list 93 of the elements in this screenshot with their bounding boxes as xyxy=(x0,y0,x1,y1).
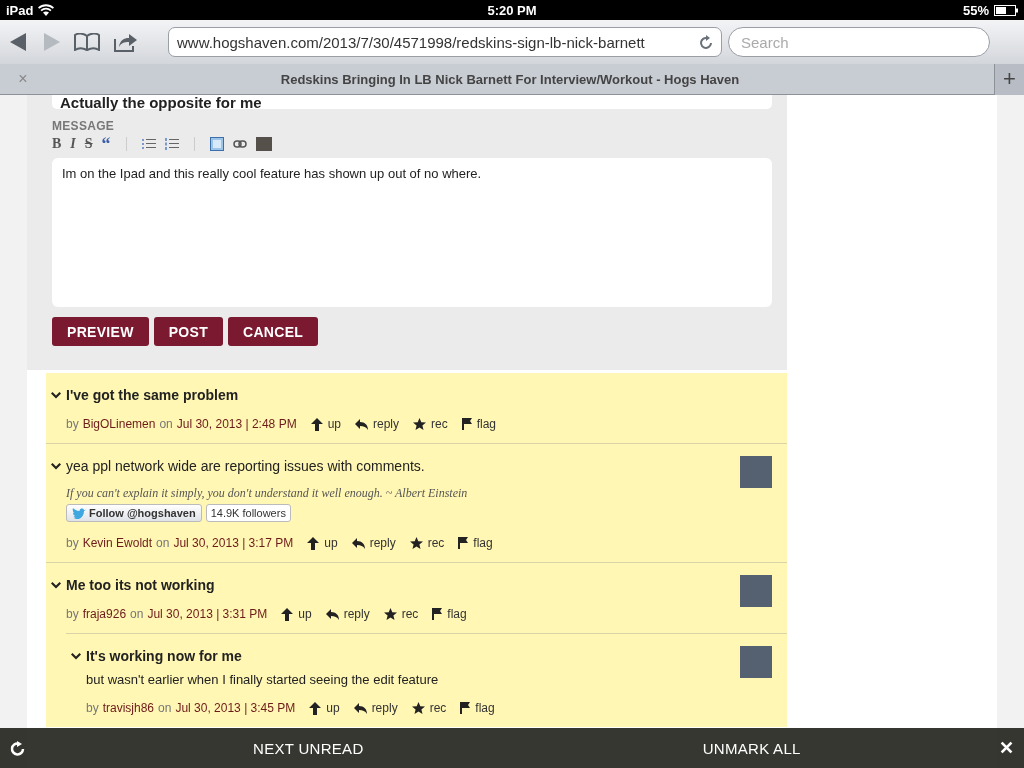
up-arrow-icon xyxy=(310,417,323,431)
flag-link[interactable]: flag xyxy=(432,607,467,621)
image-icon[interactable] xyxy=(209,137,224,151)
follow-button[interactable]: Follow @hogshaven xyxy=(66,504,202,522)
reply-link[interactable]: reply xyxy=(351,536,396,550)
byline-label: on xyxy=(158,701,172,715)
author-link[interactable]: Kevin Ewoldt xyxy=(82,536,153,550)
reply-link[interactable]: reply xyxy=(353,701,398,715)
date-link[interactable]: Jul 30, 2013 | 2:48 PM xyxy=(176,417,297,431)
star-icon xyxy=(411,702,425,714)
chevron-down-icon[interactable] xyxy=(51,581,61,589)
flag-icon xyxy=(461,418,472,430)
star-icon xyxy=(413,418,426,430)
form-button[interactable]: PREVIEW xyxy=(52,317,149,346)
form-button[interactable]: CANCEL xyxy=(228,317,319,346)
up-link[interactable]: up xyxy=(307,536,338,550)
follower-count: 14.9K followers xyxy=(205,504,291,522)
share-arrow-icon[interactable] xyxy=(114,32,138,52)
tab-title[interactable]: Redskins Bringing In LB Nick Barnett For Interview/Workout - Hogs Haven xyxy=(46,71,994,87)
chevron-down-icon[interactable] xyxy=(51,391,61,399)
comment-title: It's working now for me xyxy=(86,648,242,664)
byline-label: on xyxy=(156,536,170,550)
italic-button[interactable]: I xyxy=(70,136,76,152)
byline-label: by xyxy=(66,607,79,621)
up-arrow-icon xyxy=(309,701,322,715)
rec-link[interactable]: rec xyxy=(413,417,448,431)
comment-title: I've got the same problem xyxy=(66,387,239,403)
refresh-icon[interactable] xyxy=(10,740,25,756)
bird-icon xyxy=(72,507,86,519)
byline-label: on xyxy=(159,417,173,431)
reply-arrow-icon xyxy=(351,537,365,549)
date-link[interactable]: Jul 30, 2013 | 3:17 PM xyxy=(173,536,294,550)
flag-link[interactable]: flag xyxy=(460,701,495,715)
reply-arrow-icon xyxy=(353,702,367,714)
open-book-icon[interactable] xyxy=(74,33,100,51)
link-icon[interactable] xyxy=(232,140,247,148)
back-arrow-icon[interactable] xyxy=(10,33,28,51)
up-arrow-icon xyxy=(307,536,320,550)
author-link[interactable]: BigOLinemen xyxy=(82,417,156,431)
up-arrow-icon xyxy=(281,607,294,621)
flag-link[interactable]: flag xyxy=(458,536,493,550)
strikethrough-button[interactable]: S xyxy=(84,136,93,152)
byline-label: on xyxy=(130,607,144,621)
clock-time: 5:20 PM xyxy=(487,2,537,18)
device-label: iPad xyxy=(6,2,34,18)
bold-button[interactable]: B xyxy=(52,136,62,152)
up-link[interactable]: up xyxy=(310,417,341,431)
form-button[interactable]: POST xyxy=(153,317,223,346)
video-icon[interactable] xyxy=(255,137,272,151)
next-unread-button[interactable]: NEXT UNREAD xyxy=(253,739,364,757)
byline-label: by xyxy=(86,701,99,715)
address-bar[interactable]: www.hogshaven.com/2013/7/30/4571998/redskins-sign-lb-nick-barnett xyxy=(168,27,722,57)
comment-text: but wasn't earlier when I finally started seeing the edit feature xyxy=(86,672,440,687)
subject-field[interactable]: Actually the opposite for me xyxy=(52,95,772,109)
wifi-icon xyxy=(38,4,55,16)
numbered-list-icon[interactable] xyxy=(164,138,179,150)
reload-icon[interactable] xyxy=(699,34,713,50)
battery-icon xyxy=(994,4,1018,16)
star-icon xyxy=(409,537,423,549)
up-link[interactable]: up xyxy=(309,701,340,715)
date-link[interactable]: Jul 30, 2013 | 3:31 PM xyxy=(147,607,268,621)
close-button[interactable]: ✕ xyxy=(998,737,1014,759)
byline-label: by xyxy=(66,536,79,550)
flag-icon xyxy=(432,608,443,620)
bulleted-list-icon[interactable] xyxy=(141,138,156,150)
message-label: MESSAGE xyxy=(52,119,116,133)
unmark-all-button[interactable]: UNMARK ALL xyxy=(702,739,801,757)
quote-button[interactable]: “ xyxy=(101,137,111,151)
flag-icon xyxy=(458,537,469,549)
rec-link[interactable]: rec xyxy=(383,607,419,621)
chevron-down-icon[interactable] xyxy=(51,462,61,470)
rec-link[interactable]: rec xyxy=(411,701,447,715)
signature-text: If you can't explain it simply, you don't understand it well enough. ~ Albert Einstein xyxy=(66,486,469,501)
byline-label: by xyxy=(66,417,79,431)
rec-link[interactable]: rec xyxy=(409,536,445,550)
message-field[interactable]: Im on the Ipad and this really cool feature has shown up out of no where. xyxy=(52,158,772,307)
reply-link[interactable]: reply xyxy=(325,607,370,621)
reply-link[interactable]: reply xyxy=(355,417,399,431)
comment-title: yea ppl network wide are reporting issues with comments. xyxy=(66,458,425,474)
reply-arrow-icon xyxy=(325,608,339,620)
author-link[interactable]: travisjh86 xyxy=(102,701,155,715)
battery-percent: 55% xyxy=(963,2,989,18)
flag-link[interactable]: flag xyxy=(461,417,497,431)
chevron-down-icon[interactable] xyxy=(71,652,81,660)
star-icon xyxy=(383,608,397,620)
search-field[interactable]: Search xyxy=(728,27,990,57)
comment-title: Me too its not working xyxy=(66,577,215,593)
author-link[interactable]: fraja926 xyxy=(82,607,127,621)
flag-icon xyxy=(460,702,471,714)
reply-arrow-icon xyxy=(355,418,368,430)
new-tab-button[interactable]: + xyxy=(994,63,1024,95)
up-link[interactable]: up xyxy=(281,607,312,621)
date-link[interactable]: Jul 30, 2013 | 3:45 PM xyxy=(175,701,296,715)
